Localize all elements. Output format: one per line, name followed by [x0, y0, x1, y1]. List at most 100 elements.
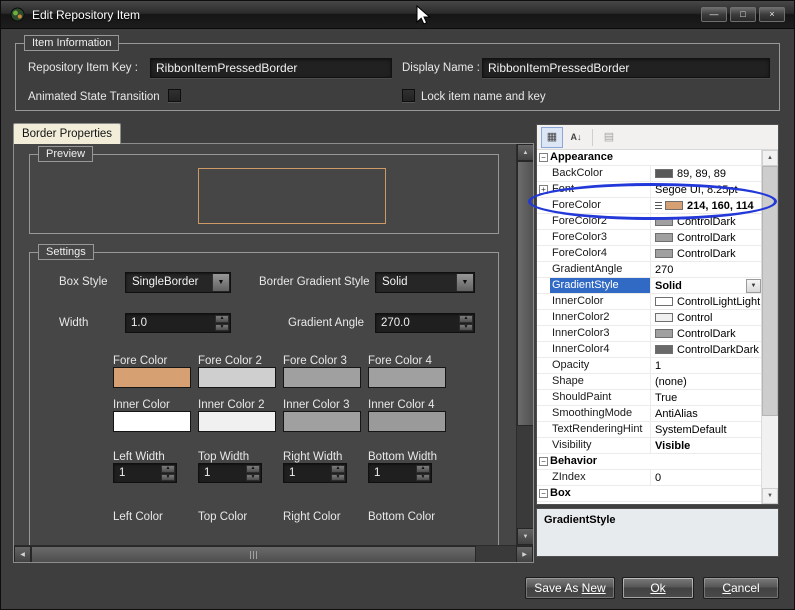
- property-category-behavior[interactable]: − Behavior: [537, 454, 761, 470]
- property-name: Visibility: [550, 438, 651, 453]
- scroll-up-icon[interactable]: ▲: [517, 144, 533, 161]
- down-arrow-icon[interactable]: ▼: [161, 473, 175, 481]
- property-row-gradientangle[interactable]: GradientAngle 270: [537, 262, 761, 278]
- collapse-icon[interactable]: −: [539, 153, 548, 162]
- up-arrow-icon[interactable]: ▲: [246, 465, 260, 473]
- gradient-angle-stepper[interactable]: 270.0 ▲ ▼: [375, 313, 475, 333]
- maximize-button[interactable]: □: [730, 7, 756, 22]
- scroll-left-icon[interactable]: ◀: [14, 546, 31, 562]
- property-category-appearance[interactable]: − Appearance: [537, 150, 761, 166]
- color-swatch-button[interactable]: [113, 411, 191, 432]
- property-row-font[interactable]: + Font Segoe UI, 8.25pt: [537, 182, 761, 198]
- scroll-down-icon[interactable]: ▼: [762, 488, 778, 504]
- collapse-icon[interactable]: −: [539, 457, 548, 466]
- property-grid-scrollbar[interactable]: ▲ ▼: [761, 150, 778, 504]
- category-label: Box: [550, 487, 571, 499]
- up-arrow-icon[interactable]: ▲: [416, 465, 430, 473]
- side-width-stepper[interactable]: 1 ▲ ▼: [113, 463, 177, 483]
- scroll-up-icon[interactable]: ▲: [762, 150, 778, 166]
- minimize-button[interactable]: —: [701, 7, 727, 22]
- vertical-scrollbar[interactable]: ▲ ▼: [516, 144, 533, 545]
- down-arrow-icon[interactable]: ▼: [459, 323, 473, 331]
- chevron-down-icon[interactable]: ▼: [456, 274, 473, 291]
- ok-button[interactable]: Ok: [622, 577, 694, 599]
- grid-scroll-thumb[interactable]: [762, 166, 778, 416]
- color-swatch: [665, 201, 683, 210]
- color-swatch-button[interactable]: [283, 367, 361, 388]
- expand-icon[interactable]: +: [539, 185, 548, 194]
- side-width-stepper[interactable]: 1 ▲ ▼: [283, 463, 347, 483]
- property-row-innercolor4[interactable]: InnerColor4 ControlDarkDark: [537, 342, 761, 358]
- width-stepper[interactable]: 1.0 ▲ ▼: [125, 313, 231, 333]
- tab-border-properties[interactable]: Border Properties: [13, 123, 121, 144]
- property-pages-button: ▤: [598, 127, 620, 148]
- box-style-select[interactable]: SingleBorder ▼: [125, 272, 231, 293]
- repository-item-key-input[interactable]: [150, 58, 392, 78]
- chevron-down-icon[interactable]: ▼: [212, 274, 229, 291]
- color-swatch-button[interactable]: [368, 367, 446, 388]
- property-row-forecolor3[interactable]: ForeColor3 ControlDark: [537, 230, 761, 246]
- color-swatch: [655, 233, 673, 242]
- color-swatch-button[interactable]: [198, 367, 276, 388]
- property-row-visibility[interactable]: Visibility Visible: [537, 438, 761, 454]
- color-swatch-button[interactable]: [368, 411, 446, 432]
- toolbar-separator: [592, 128, 593, 146]
- property-row-opacity[interactable]: Opacity 1: [537, 358, 761, 374]
- property-row-smoothingmode[interactable]: SmoothingMode AntiAlias: [537, 406, 761, 422]
- property-row-shape[interactable]: Shape (none): [537, 374, 761, 390]
- property-row-zindex[interactable]: ZIndex 0: [537, 470, 761, 486]
- color-swatch-button[interactable]: [198, 411, 276, 432]
- cancel-button[interactable]: Cancel: [703, 577, 779, 599]
- scroll-right-icon[interactable]: ▶: [516, 546, 533, 562]
- up-arrow-icon[interactable]: ▲: [459, 315, 473, 323]
- modified-indicator-icon: [655, 202, 662, 209]
- property-row-innercolor2[interactable]: InnerColor2 Control: [537, 310, 761, 326]
- vertical-scroll-thumb[interactable]: [517, 161, 533, 426]
- down-arrow-icon[interactable]: ▼: [246, 473, 260, 481]
- property-row-gradientstyle[interactable]: GradientStyle Solid ▼: [537, 278, 761, 294]
- save-as-new-button[interactable]: Save As New: [525, 577, 615, 599]
- side-width-stepper[interactable]: 1 ▲ ▼: [368, 463, 432, 483]
- window-title: Edit Repository Item: [32, 7, 141, 22]
- border-gradient-style-select[interactable]: Solid ▼: [375, 272, 475, 293]
- close-button[interactable]: ×: [759, 7, 785, 22]
- property-row-textrenderinghint[interactable]: TextRenderingHint SystemDefault: [537, 422, 761, 438]
- property-row-forecolor4[interactable]: ForeColor4 ControlDark: [537, 246, 761, 262]
- property-value: True: [655, 391, 678, 404]
- color-swatch-button[interactable]: [113, 367, 191, 388]
- property-row-shouldpaint[interactable]: ShouldPaint True: [537, 390, 761, 406]
- dropdown-button[interactable]: ▼: [746, 278, 761, 293]
- down-arrow-icon[interactable]: ▼: [215, 323, 229, 331]
- collapse-icon[interactable]: −: [539, 489, 548, 498]
- property-row-forecolor2[interactable]: ForeColor2 ControlDark: [537, 214, 761, 230]
- up-arrow-icon[interactable]: ▲: [331, 465, 345, 473]
- gradient-angle-label: Gradient Angle: [288, 317, 365, 329]
- up-arrow-icon[interactable]: ▲: [215, 315, 229, 323]
- display-name-input[interactable]: [482, 58, 770, 78]
- property-row-innercolor3[interactable]: InnerColor3 ControlDark: [537, 326, 761, 342]
- side-width-steppers: 1 ▲ ▼ 1 ▲ ▼ 1 ▲ ▼ 1 ▲ ▼: [113, 463, 448, 483]
- scroll-down-icon[interactable]: ▼: [517, 528, 533, 545]
- alphabetical-sort-button[interactable]: A↓: [565, 127, 587, 148]
- up-arrow-icon[interactable]: ▲: [161, 465, 175, 473]
- animated-state-transition-checkbox[interactable]: [168, 89, 181, 102]
- property-row-backcolor[interactable]: BackColor 89, 89, 89: [537, 166, 761, 182]
- color-grid-label: Left Color: [113, 511, 163, 523]
- down-arrow-icon[interactable]: ▼: [416, 473, 430, 481]
- category-label: Appearance: [550, 151, 613, 163]
- width-label: Width: [59, 317, 89, 329]
- lock-item-checkbox[interactable]: [402, 89, 415, 102]
- horizontal-scrollbar[interactable]: ◀ ▶: [14, 545, 533, 562]
- side-width-stepper[interactable]: 1 ▲ ▼: [198, 463, 262, 483]
- property-row-forecolor[interactable]: ForeColor 214, 160, 114: [537, 198, 761, 214]
- color-swatch-button[interactable]: [283, 411, 361, 432]
- property-category-box[interactable]: − Box: [537, 486, 761, 502]
- down-arrow-icon[interactable]: ▼: [331, 473, 345, 481]
- color-grid-label: Fore Color: [113, 355, 168, 367]
- property-row-innercolor[interactable]: InnerColor ControlLightLight: [537, 294, 761, 310]
- color-grid-label: Top Color: [198, 511, 248, 523]
- titlebar[interactable]: Edit Repository Item — □ ×: [1, 1, 794, 29]
- categorized-button[interactable]: ▦: [541, 126, 563, 148]
- horizontal-scroll-thumb[interactable]: [31, 546, 476, 562]
- side-width-labels: Left Width Top Width Right Width Bottom Wid…: [113, 451, 448, 463]
